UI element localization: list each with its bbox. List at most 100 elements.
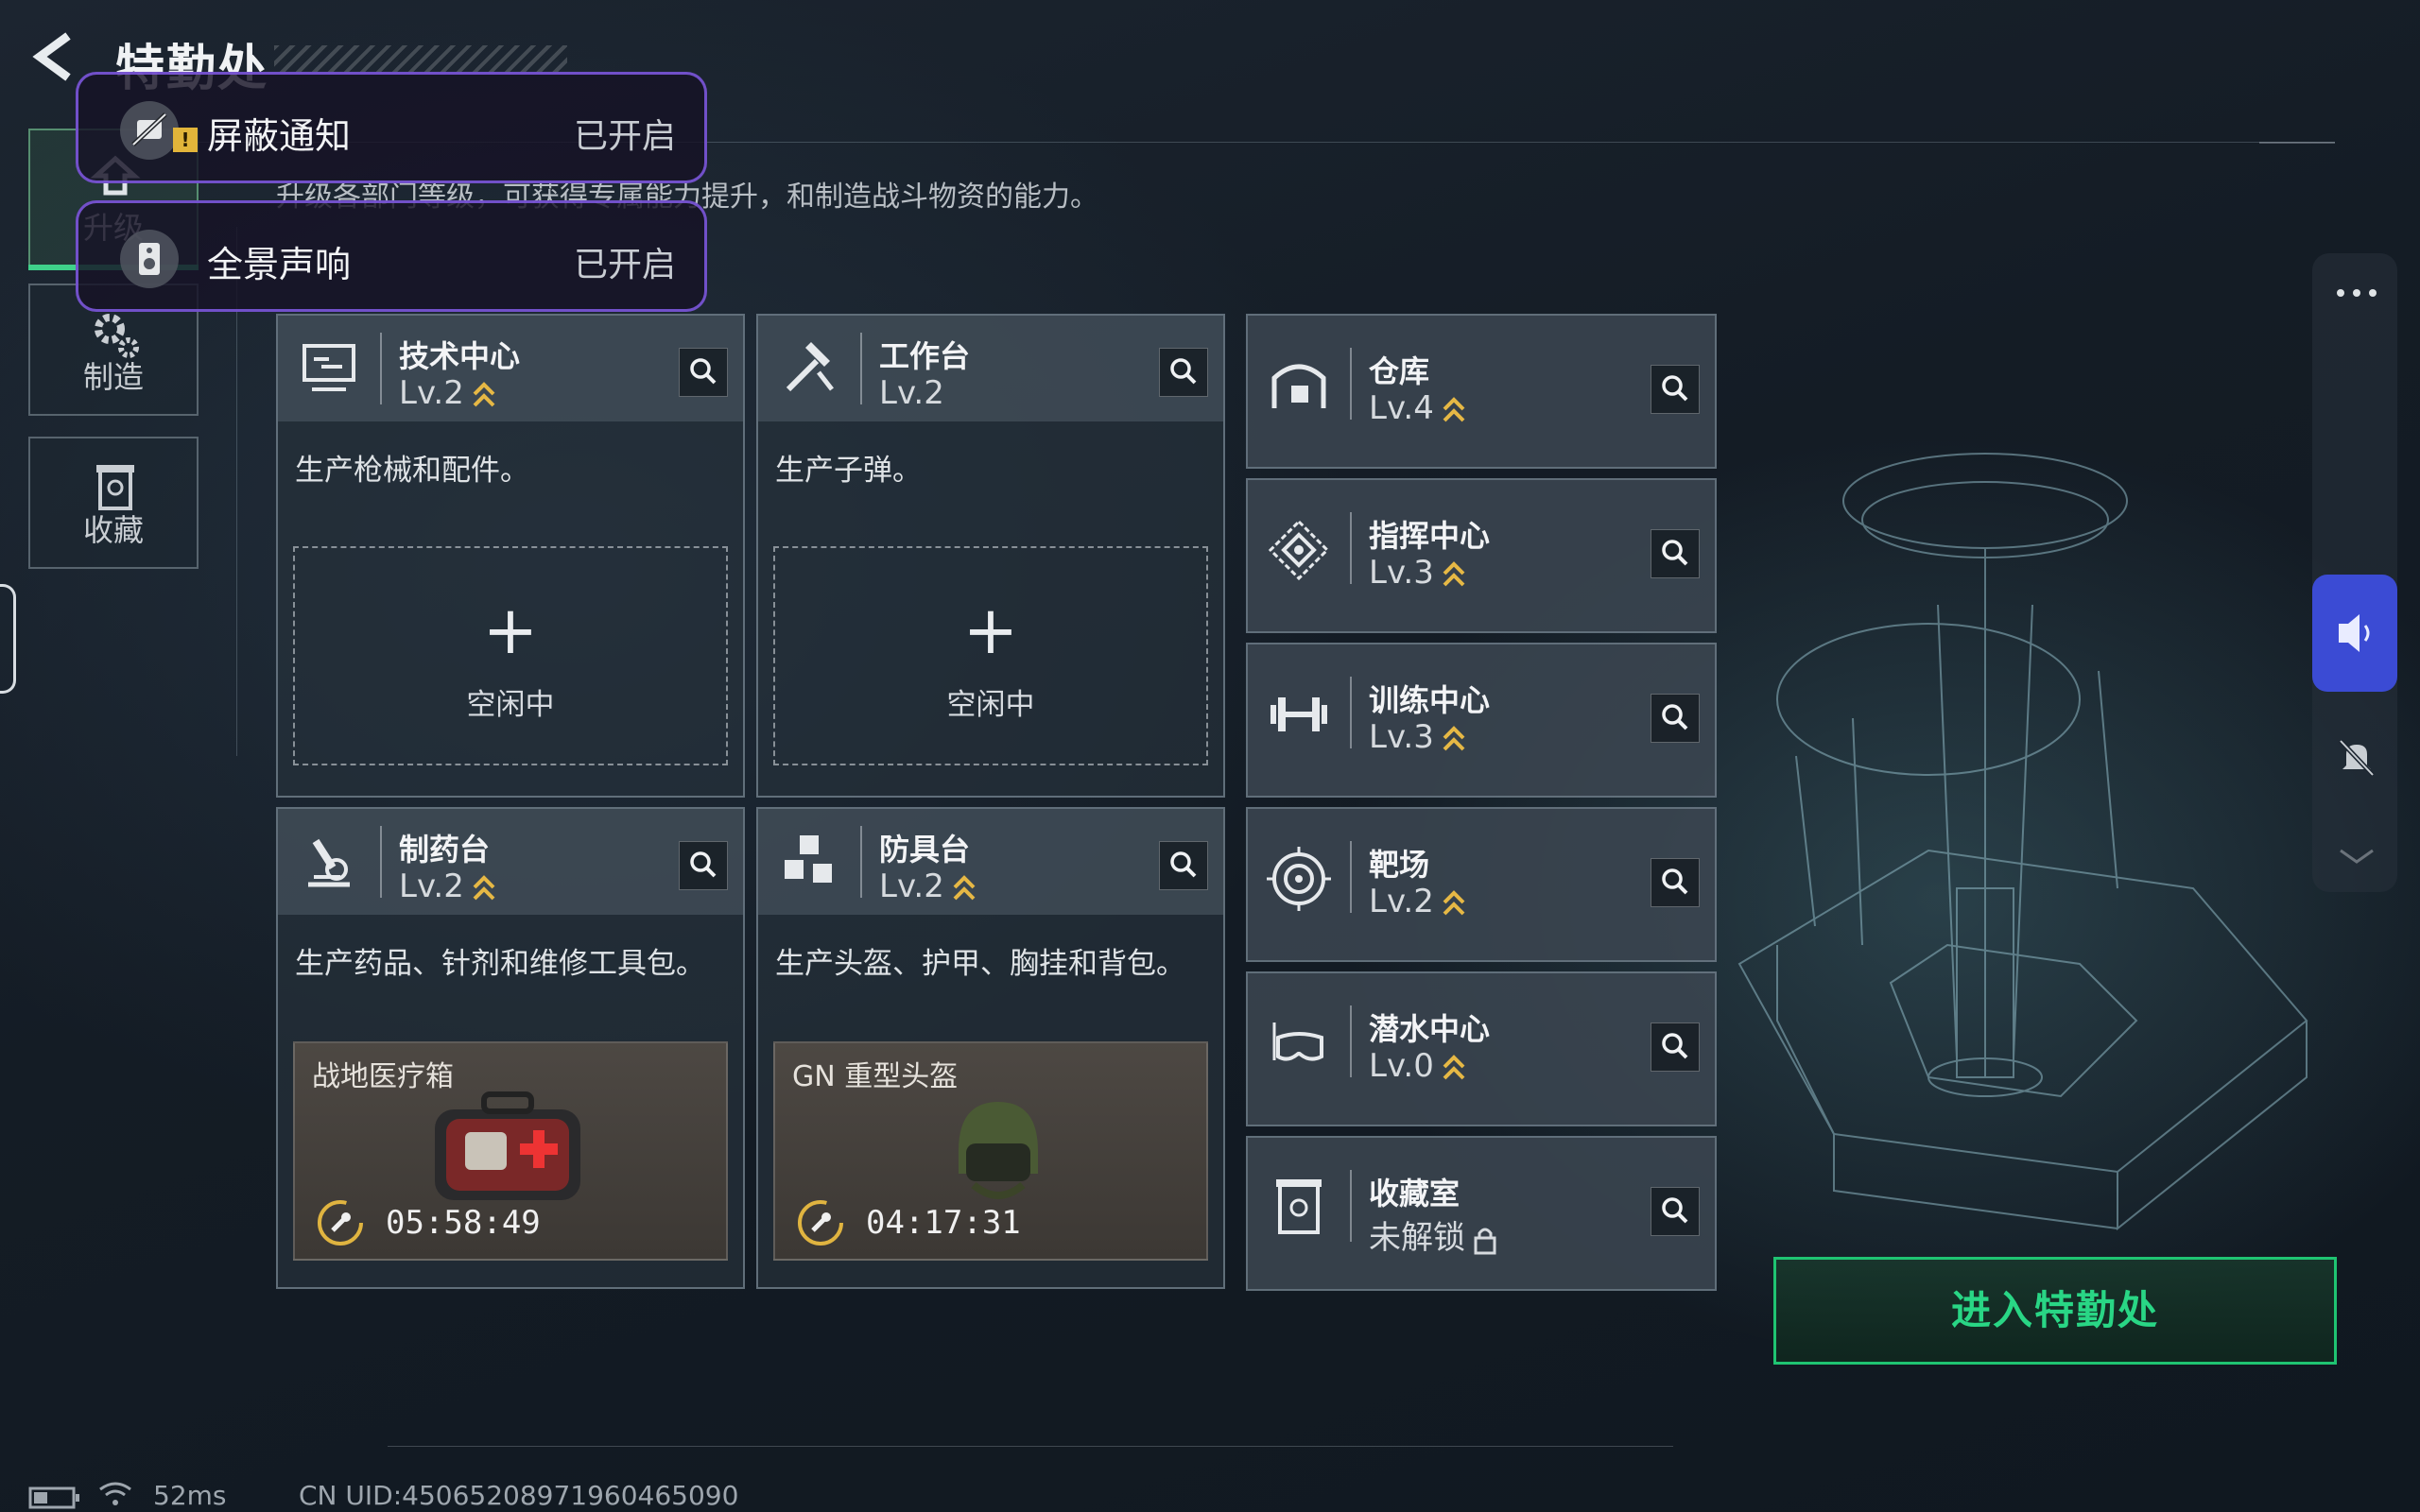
search-button[interactable] [679,348,728,397]
medical-kit-icon [435,1091,580,1200]
search-icon [1651,1197,1699,1239]
more-options-icon[interactable] [2333,282,2380,304]
notification-sound-toast[interactable]: 全景声响 已开启 [76,200,707,312]
dept-level: Lv.3 [1369,554,1466,592]
dumbbell-icon [1270,697,1327,731]
dept-description: 生产头盔、护甲、胸挂和背包。 [775,947,1185,981]
production-slot-active[interactable]: GN 重型头盔 04:17:31 [773,1041,1208,1261]
dept-level: Lv.2 [879,868,977,905]
back-arrow-icon[interactable] [26,28,83,85]
chevron-down-icon[interactable] [2335,847,2378,866]
dept-level: Lv.2 [879,374,944,412]
search-button[interactable] [679,841,728,890]
dept-level: Lv.4 [1369,389,1466,427]
user-uid: CN UID:45065208971960465090 [299,1480,739,1511]
production-timer: 05:58:49 [386,1204,541,1242]
search-icon [1160,851,1207,893]
notification-block-toast[interactable]: ! 屏蔽通知 已开启 [76,72,707,183]
diving-mask-icon [1272,1022,1323,1061]
search-button[interactable] [1159,841,1208,890]
production-timer: 04:17:31 [866,1204,1021,1242]
dept-level: Lv.2 [399,868,496,905]
sound-toggle-button[interactable] [2312,575,2397,692]
dept-level-text: Lv.2 [399,868,464,905]
search-icon [680,358,727,400]
dept-card-command[interactable]: 指挥中心 Lv.3 [1246,478,1717,633]
search-button[interactable] [1651,1022,1700,1072]
hologram-base-illustration [1737,453,2308,1231]
microscope-icon [308,838,350,887]
level-up-chevron-icon [953,874,976,900]
block-notification-icon [120,101,179,160]
dept-card-3[interactable]: 制药台 Lv.2 生产药品、针剂和维修工具包。 战地医疗箱 05:58:49 [276,807,745,1289]
dept-level-text: 未解锁 [1369,1219,1465,1257]
production-slot-empty[interactable]: + 空闲中 [293,546,728,765]
header-separator [380,333,382,404]
notification-status: 已开启 [573,246,676,284]
search-button[interactable] [1651,1187,1700,1236]
dept-card-diving-mask[interactable]: 潜水中心 Lv.0 [1246,971,1717,1126]
dept-description: 生产枪械和配件。 [295,454,529,488]
enter-special-ops-button[interactable]: 进入特勤处 [1773,1257,2337,1365]
header-divider-accent [2259,142,2335,144]
level-up-chevron-icon [1443,889,1465,915]
wrench-timer-icon [798,1200,843,1246]
dept-card-dumbbell[interactable]: 训练中心 Lv.3 [1246,643,1717,798]
lock-icon [1474,1228,1496,1254]
search-button[interactable] [1651,694,1700,743]
slot-status: 空闲中 [946,688,1035,722]
dept-card-target[interactable]: 靶场 Lv.2 [1246,807,1717,962]
dept-level-text: Lv.3 [1369,554,1434,592]
dept-level-text: Lv.2 [399,374,464,412]
search-button[interactable] [1159,348,1208,397]
search-icon [1651,1033,1699,1074]
header-separator [1350,348,1352,420]
collection-room-icon [1276,1179,1322,1234]
wifi-icon [99,1482,131,1505]
heavy-helmet-icon [959,1102,1038,1199]
dept-level: Lv.2 [1369,883,1466,920]
level-up-chevron-icon [473,874,495,900]
level-up-chevron-icon [1443,560,1465,586]
dept-name: 工作台 [879,338,971,374]
dept-card-4[interactable]: 防具台 Lv.2 生产头盔、护甲、胸挂和背包。 GN 重型头盔 04:17:31 [756,807,1225,1289]
search-button[interactable] [1651,858,1700,907]
hammer-icon [786,342,834,392]
production-slot-empty[interactable]: + 空闲中 [773,546,1208,765]
dept-card-collection-room[interactable]: 收藏室 未解锁 [1246,1136,1717,1291]
add-icon: + [962,592,1019,669]
mute-notification-icon[interactable] [2333,733,2380,781]
nav-tab-label: 收藏 [82,512,144,548]
production-slot-active[interactable]: 战地医疗箱 05:58:49 [293,1041,728,1261]
header-separator [860,333,862,404]
dept-card-1[interactable]: 技术中心 Lv.2 生产枪械和配件。 + 空闲中 [276,314,745,798]
search-icon [1651,704,1699,746]
header-separator [1350,841,1352,913]
header-separator [1350,677,1352,748]
dept-level: Lv.3 [1369,718,1466,756]
header-separator [1350,1005,1352,1077]
side-drawer-handle[interactable] [0,584,16,694]
enter-button-label: 进入特勤处 [1950,1287,2159,1333]
dept-level: Lv.2 [399,374,496,412]
tech-center-icon [302,344,355,391]
dept-name: 防具台 [879,832,971,868]
dept-name: 技术中心 [399,338,521,374]
level-up-chevron-icon [1443,1054,1465,1079]
notification-status: 已开启 [573,117,676,156]
header-separator [1350,1170,1352,1242]
nav-tab-collection[interactable]: 收藏 [28,437,199,569]
level-up-chevron-icon [1443,396,1465,421]
search-button[interactable] [1651,529,1700,578]
armor-icon [785,835,832,883]
dept-level-text: Lv.2 [879,374,944,412]
dept-card-warehouse[interactable]: 仓库 Lv.4 [1246,314,1717,469]
search-button[interactable] [1651,365,1700,414]
dept-level-text: Lv.3 [1369,718,1434,756]
dept-name: 收藏室 [1369,1176,1461,1211]
dept-card-2[interactable]: 工作台 Lv.2 生产子弹。 + 空闲中 [756,314,1225,798]
ping-readout: 52ms [153,1480,227,1511]
dept-level-text: Lv.2 [1369,883,1434,920]
target-icon [1267,847,1331,911]
bottom-scale-decoration [388,1446,1673,1456]
